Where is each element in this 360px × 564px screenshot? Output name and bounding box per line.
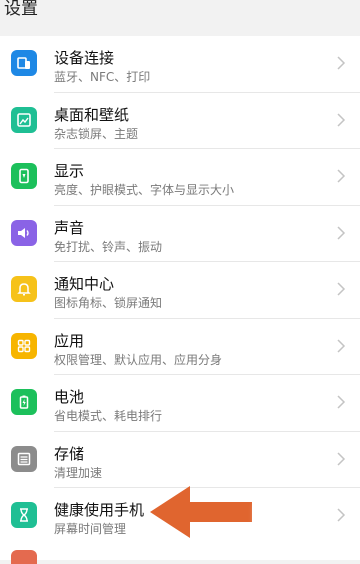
chevron-right-icon xyxy=(337,508,346,522)
item-title: 健康使用手机 xyxy=(54,501,145,519)
settings-item-battery[interactable]: 电池 省电模式、耗电排行 xyxy=(0,375,360,432)
item-title: 电池 xyxy=(54,388,85,406)
item-title: 显示 xyxy=(54,162,85,180)
storage-icon xyxy=(11,445,37,472)
item-subtitle: 图标角标、锁屏通知 xyxy=(54,296,163,310)
hourglass-icon xyxy=(11,502,37,528)
item-subtitle: 清理加速 xyxy=(54,465,103,480)
display-icon xyxy=(11,163,37,189)
item-title: 桌面和壁纸 xyxy=(54,105,130,124)
blurred-region xyxy=(255,504,315,544)
next-item-icon-partial xyxy=(11,550,37,564)
bell-icon xyxy=(11,276,37,302)
item-title: 存储 xyxy=(54,444,85,463)
wallpaper-icon xyxy=(11,106,37,133)
settings-item-device-connection[interactable]: 设备连接 蓝牙、NFC、打印 xyxy=(0,36,360,93)
battery-icon xyxy=(11,389,37,415)
item-subtitle: 省电模式、耗电排行 xyxy=(54,409,163,423)
item-subtitle: 杂志锁屏、主题 xyxy=(54,126,139,141)
item-title: 应用 xyxy=(54,331,85,350)
chevron-right-icon xyxy=(337,56,346,70)
device-connect-icon xyxy=(11,50,37,76)
chevron-right-icon xyxy=(337,338,346,353)
pointer-arrow-annotation xyxy=(150,486,252,538)
item-subtitle: 权限管理、默认应用、应用分身 xyxy=(54,352,223,367)
settings-item-sound[interactable]: 声音 免打扰、铃声、振动 xyxy=(0,206,360,262)
settings-item-notifications[interactable]: 通知中心 图标角标、锁屏通知 xyxy=(0,262,360,319)
item-subtitle: 亮度、护眼模式、字体与显示大小 xyxy=(54,183,235,197)
item-title: 设备连接 xyxy=(54,49,115,67)
apps-icon xyxy=(11,332,37,359)
item-subtitle: 蓝牙、NFC、打印 xyxy=(54,70,151,84)
settings-item-apps[interactable]: 应用 权限管理、默认应用、应用分身 xyxy=(0,319,360,375)
chevron-right-icon xyxy=(337,395,346,409)
chevron-right-icon xyxy=(337,225,346,240)
item-subtitle: 免打扰、铃声、振动 xyxy=(54,239,163,254)
item-title: 通知中心 xyxy=(54,275,115,293)
page-title: 设置 xyxy=(4,0,38,19)
item-title: 声音 xyxy=(54,218,85,237)
settings-item-wallpaper[interactable]: 桌面和壁纸 杂志锁屏、主题 xyxy=(0,93,360,149)
sound-icon xyxy=(11,219,37,246)
chevron-right-icon xyxy=(337,112,346,127)
item-subtitle: 屏幕时间管理 xyxy=(54,522,127,536)
chevron-right-icon xyxy=(337,282,346,296)
chevron-right-icon xyxy=(337,451,346,466)
settings-item-display[interactable]: 显示 亮度、护眼模式、字体与显示大小 xyxy=(0,149,360,206)
chevron-right-icon xyxy=(337,169,346,183)
